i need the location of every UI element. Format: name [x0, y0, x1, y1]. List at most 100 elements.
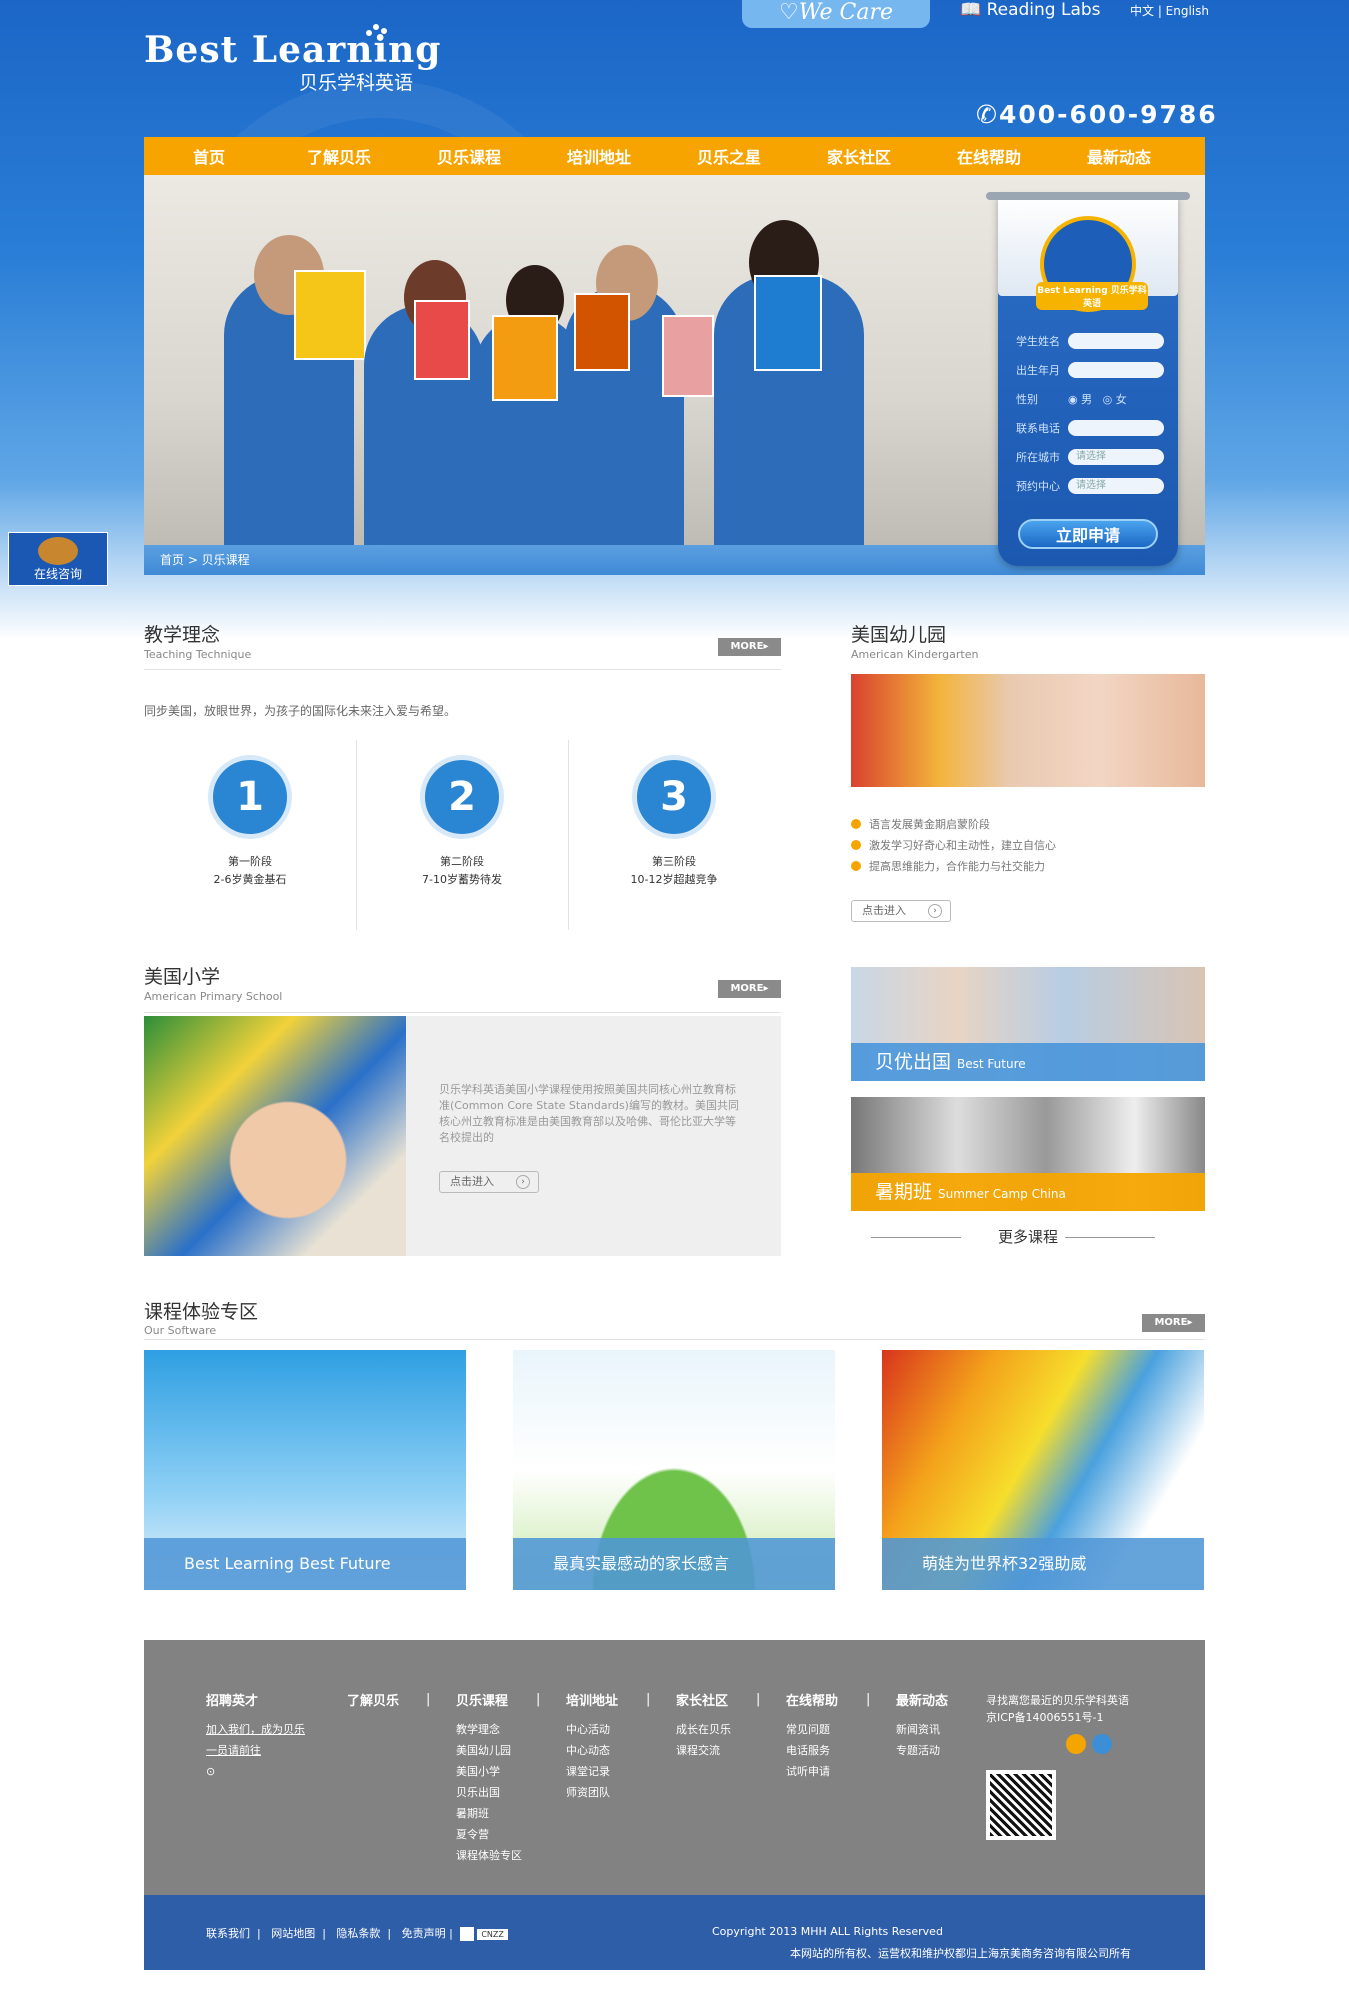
online-consult-button[interactable]: 在线咨询 — [8, 532, 108, 586]
kindergarten-bullet: 激发学习好奇心和主动性，建立自信心 — [851, 837, 1056, 853]
footer-col-locations: 培训地址 中心活动 中心动态 课堂记录 师资团队 — [566, 1694, 619, 1799]
book-image — [294, 270, 366, 360]
city-select[interactable]: 请选择 — [1068, 449, 1164, 465]
logo[interactable]: Best Learning 贝乐学科英语 — [144, 24, 442, 95]
teaching-title: 教学理念 — [144, 624, 221, 646]
nav-locations[interactable]: 培训地址 — [534, 144, 664, 168]
more-courses-link[interactable]: 更多课程 — [851, 1226, 1205, 1247]
mascot-badge: Best Learning 贝乐学科英语 — [1036, 216, 1148, 312]
submit-button[interactable]: 立即申请 — [1018, 519, 1158, 549]
heart-icon: ♡ — [778, 0, 799, 25]
wechat-icon[interactable] — [1092, 1734, 1112, 1754]
separator: | — [536, 1692, 541, 1707]
step-2: 2 第二阶段 7-10岁蓄势待发 — [356, 755, 568, 887]
form-row-gender: 性别 ◉ 男 ◎ 女 — [1016, 391, 1127, 407]
book-image — [414, 300, 470, 380]
book-image — [754, 275, 822, 371]
main-nav: 首页 了解贝乐 贝乐课程 培训地址 贝乐之星 家长社区 在线帮助 最新动态 — [144, 137, 1205, 175]
footer-contact: 寻找离您最近的贝乐学科英语 京ICP备14006551号-1 — [986, 1694, 1129, 1724]
footer-col-news: 最新动态 新闻资讯 专题活动 — [896, 1694, 949, 1757]
separator: | — [646, 1692, 651, 1707]
summer-camp-tile[interactable]: 暑期班 Summer Camp China — [851, 1097, 1205, 1211]
footer-col-about: 了解贝乐 — [347, 1694, 400, 1709]
kindergarten-bullet: 语言发展黄金期启蒙阶段 — [851, 816, 990, 832]
software-item[interactable]: Best Learning Best Future — [144, 1350, 466, 1590]
separator: | — [756, 1692, 761, 1707]
banner-rod — [986, 192, 1190, 200]
bullet-icon — [851, 819, 861, 829]
arrow-right-icon: › — [516, 1175, 530, 1189]
form-row-name: 学生姓名 — [1016, 333, 1164, 349]
bulb-icon — [851, 840, 861, 850]
nav-courses[interactable]: 贝乐课程 — [404, 144, 534, 168]
arrow-right-icon[interactable]: ⊙ — [206, 1761, 305, 1782]
phone-number: ✆400-600-9786 — [976, 100, 1218, 129]
logo-text-cn: 贝乐学科英语 — [299, 72, 414, 94]
tile-caption: 贝优出国 Best Future — [851, 1043, 1205, 1081]
rights-text: 本网站的所有权、运营权和维护权都归上海京美商务咨询有限公司所有 — [790, 1947, 1131, 1960]
nav-help[interactable]: 在线帮助 — [924, 144, 1054, 168]
primary-more-button[interactable]: MORE▸ — [718, 980, 781, 998]
book-icon: 📖 — [960, 0, 982, 20]
form-row-city: 所在城市 请选择 — [1016, 449, 1164, 465]
software-item[interactable]: 最真实最感动的家长感言 — [513, 1350, 835, 1590]
footer-links: 联系我们 | 网站地图 | 隐私条款 | 免责声明 | CNZZ — [206, 1925, 508, 1941]
kindergarten-enter-button[interactable]: 点击进入 › — [851, 900, 951, 922]
nav-about[interactable]: 了解贝乐 — [274, 144, 404, 168]
paw-icon — [366, 24, 388, 42]
primary-enter-button[interactable]: 点击进入 › — [439, 1171, 539, 1193]
phone-input[interactable] — [1068, 420, 1164, 436]
name-input[interactable] — [1068, 333, 1164, 349]
software-more-button[interactable]: MORE▸ — [1142, 1314, 1205, 1332]
primary-photo[interactable] — [144, 1016, 406, 1256]
divider — [871, 1237, 961, 1238]
teaching-subtitle: Teaching Technique — [144, 648, 252, 661]
nav-news[interactable]: 最新动态 — [1054, 144, 1184, 168]
female-radio[interactable]: ◎ 女 — [1103, 391, 1127, 407]
best-future-tile[interactable]: 贝优出国 Best Future — [851, 967, 1205, 1081]
kindergarten-title: 美国幼儿园 — [851, 624, 947, 646]
male-radio[interactable]: ◉ 男 — [1068, 391, 1092, 407]
form-row-birth: 出生年月 — [1016, 362, 1164, 378]
copyright: Copyright 2013 MHH ALL Rights Reserved — [712, 1925, 943, 1938]
separator: | — [426, 1692, 431, 1707]
language-switch[interactable]: 中文 | English — [1130, 2, 1209, 19]
weibo-icon[interactable] — [1066, 1734, 1086, 1754]
form-row-center: 预约中心 请选择 — [1016, 478, 1164, 494]
logo-text-en: Best Learning — [144, 29, 442, 71]
footer-col-recruit: 招聘英才 加入我们，成为贝乐 一员请前往 ⊙ — [206, 1690, 305, 1782]
step-1: 1 第一阶段 2-6岁黄金基石 — [144, 755, 356, 887]
nav-parents[interactable]: 家长社区 — [794, 144, 924, 168]
teaching-intro: 同步美国，放眼世界，为孩子的国际化未来注入爱与希望。 — [144, 704, 457, 718]
nav-home[interactable]: 首页 — [144, 144, 274, 168]
footer-col-parents: 家长社区 成长在贝乐 课程交流 — [676, 1694, 731, 1757]
wecare-tab[interactable]: ♡We Care — [742, 0, 930, 28]
signup-form: Best Learning 贝乐学科英语 学生姓名 出生年月 性别 ◉ 男 ◎ 女… — [986, 192, 1190, 566]
divider — [144, 669, 781, 670]
software-item[interactable]: 萌娃为世界杯32强助威 — [882, 1350, 1204, 1590]
teaching-more-button[interactable]: MORE▸ — [718, 638, 781, 656]
primary-description: 贝乐学科英语美国小学课程使用按照美国共同核心州立教育标准(Common Core… — [439, 1083, 739, 1144]
divider — [144, 1012, 781, 1013]
form-row-phone: 联系电话 — [1016, 420, 1164, 436]
separator: | — [866, 1692, 871, 1707]
kindergarten-photo[interactable] — [851, 674, 1205, 787]
kindergarten-subtitle: American Kindergarten — [851, 648, 979, 661]
nav-stars[interactable]: 贝乐之星 — [664, 144, 794, 168]
software-title: 课程体验专区 — [144, 1301, 259, 1323]
center-select[interactable]: 请选择 — [1068, 478, 1164, 494]
smile-icon — [851, 861, 861, 871]
footer-bar: 联系我们 | 网站地图 | 隐私条款 | 免责声明 | CNZZ Copyrig… — [144, 1895, 1205, 1970]
cnzz-badge[interactable]: CNZZ — [477, 1928, 508, 1940]
divider — [1065, 1237, 1155, 1238]
primary-title: 美国小学 — [144, 966, 221, 988]
tile-caption: 暑期班 Summer Camp China — [851, 1173, 1205, 1211]
arrow-right-icon: › — [928, 904, 942, 918]
book-image — [662, 315, 714, 397]
paw-icon — [459, 1927, 474, 1941]
mascot-icon — [38, 537, 78, 565]
divider — [144, 1339, 1205, 1340]
phone-icon: ✆ — [976, 100, 999, 129]
reading-labs-link[interactable]: 📖 Reading Labs — [960, 0, 1101, 20]
birth-input[interactable] — [1068, 362, 1164, 378]
